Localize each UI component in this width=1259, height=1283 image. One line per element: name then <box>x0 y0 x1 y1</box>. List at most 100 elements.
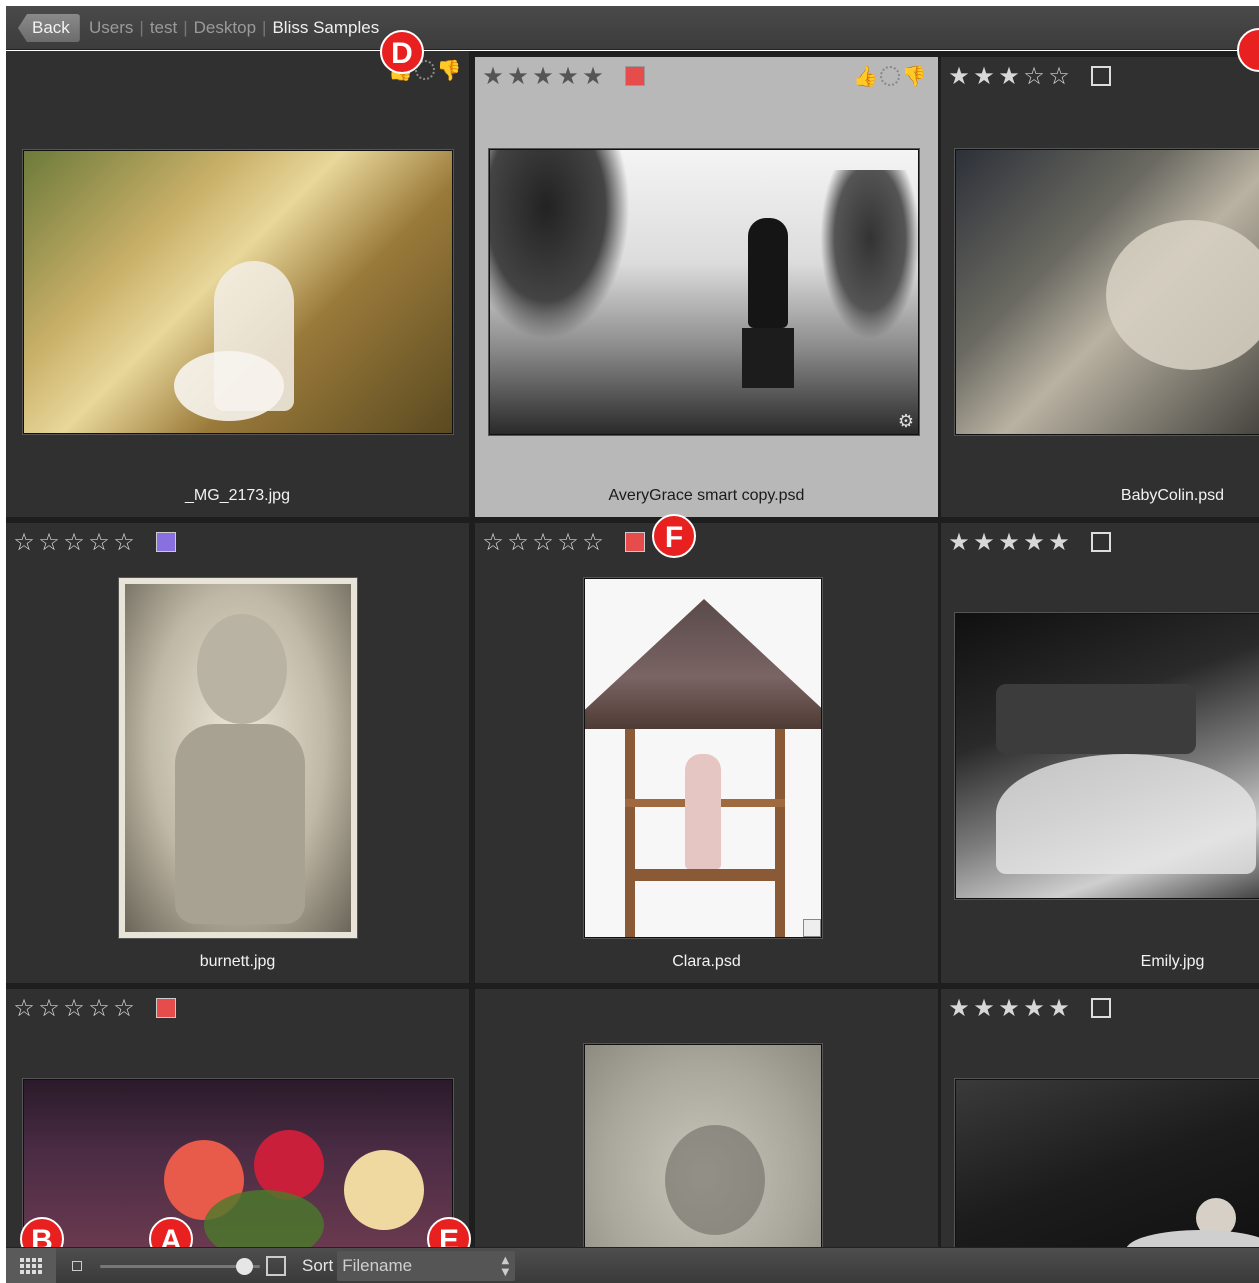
star-empty-icon[interactable]: ☆ <box>12 530 36 554</box>
thumbnail-cell[interactable]: ★ ★ ★ ★ ★ Emily.jpg <box>941 523 1259 983</box>
star-empty-icon[interactable]: ☆ <box>1047 64 1071 88</box>
small-thumbnail-icon[interactable] <box>72 1261 82 1271</box>
star-empty-icon[interactable]: ☆ <box>12 996 36 1020</box>
thumbnail-cell[interactable]: ☆ ☆ ☆ ☆ ☆ Clara.psd <box>475 523 938 983</box>
star-rating[interactable]: ★ ★ ★ ★ ★ <box>481 64 605 88</box>
color-label[interactable] <box>1091 998 1111 1018</box>
star-filled-icon[interactable]: ★ <box>531 64 555 88</box>
thumbnail-cell[interactable]: ☆ ☆ ☆ ☆ ☆ <box>6 989 469 1247</box>
color-label[interactable] <box>1091 532 1111 552</box>
star-filled-icon[interactable]: ★ <box>972 996 996 1020</box>
star-rating[interactable]: ★ ★ ★ ★ ★ <box>947 996 1071 1020</box>
thumbnail-size-slider[interactable] <box>100 1257 260 1275</box>
bottom-toolbar: Sort Filename ▲ ▼ <box>6 1247 1259 1283</box>
thumbs-down-icon[interactable]: 👎 <box>902 65 927 87</box>
breadcrumb-bar: Back Users | test | Desktop | Bliss Samp… <box>6 6 1259 50</box>
star-filled-icon[interactable]: ★ <box>972 530 996 554</box>
star-filled-icon[interactable]: ★ <box>1047 530 1071 554</box>
photo-thumbnail[interactable] <box>23 150 453 434</box>
star-filled-icon[interactable]: ★ <box>506 64 530 88</box>
thumbnail-cell[interactable]: ★ ★ ★ ☆ ☆ BabyColin.psd <box>941 57 1259 517</box>
star-rating[interactable]: ☆ ☆ ☆ ☆ ☆ <box>12 996 136 1020</box>
photo-thumbnail[interactable] <box>119 578 357 938</box>
grid-view-button[interactable] <box>6 1248 56 1283</box>
breadcrumb-item-bliss-samples[interactable]: Bliss Samples <box>266 18 385 38</box>
back-button[interactable]: Back <box>18 14 80 42</box>
star-filled-icon[interactable]: ★ <box>1047 996 1071 1020</box>
rating-row: ★ ★ ★ ★ ★ <box>947 529 1111 555</box>
star-rating[interactable]: ☆ ☆ ☆ ☆ ☆ <box>12 530 136 554</box>
star-empty-icon[interactable]: ☆ <box>112 996 136 1020</box>
breadcrumb-item-test[interactable]: test <box>144 18 183 38</box>
thumbnail-grid: 👍 👎 _MG_2173.jpg ★★★★★ 👍 👎 ⚙ AveryGrace … <box>6 51 1259 1247</box>
star-rating[interactable]: ★ ★ ★ ★ ★ <box>947 530 1071 554</box>
star-empty-icon[interactable]: ☆ <box>112 530 136 554</box>
color-label[interactable] <box>625 66 645 86</box>
star-filled-icon[interactable]: ★ <box>581 64 605 88</box>
color-label[interactable] <box>156 998 176 1018</box>
sort-label: Sort <box>302 1256 334 1275</box>
star-empty-icon[interactable]: ☆ <box>37 530 61 554</box>
grid-icon <box>20 1258 42 1274</box>
star-empty-icon[interactable]: ☆ <box>87 996 111 1020</box>
photo-thumbnail[interactable] <box>955 1079 1259 1247</box>
thumbnail-cell[interactable] <box>475 989 938 1247</box>
star-empty-icon[interactable]: ☆ <box>556 530 580 554</box>
breadcrumb-item-users[interactable]: Users <box>83 18 139 38</box>
corner-badge <box>803 919 821 937</box>
gear-icon[interactable]: ⚙ <box>898 411 914 432</box>
star-filled-icon[interactable]: ★ <box>556 64 580 88</box>
thumbs-down-icon[interactable]: 👎 <box>437 59 462 81</box>
rating-row: ★ ★ ★ ☆ ☆ <box>947 63 1111 89</box>
star-filled-icon[interactable]: ★ <box>997 64 1021 88</box>
color-label[interactable] <box>156 532 176 552</box>
star-filled-icon[interactable]: ★ <box>481 64 505 88</box>
star-empty-icon[interactable]: ☆ <box>62 996 86 1020</box>
star-filled-icon[interactable]: ★ <box>1022 530 1046 554</box>
thumbnail-cell[interactable]: 👍 👎 _MG_2173.jpg <box>6 51 469 517</box>
color-label[interactable] <box>625 532 645 552</box>
rating-row: ★ ★ ★ ★ ★ <box>947 995 1111 1021</box>
star-filled-icon[interactable]: ★ <box>947 996 971 1020</box>
star-empty-icon[interactable]: ☆ <box>581 530 605 554</box>
vote-controls: 👍 👎 <box>853 65 927 87</box>
star-filled-icon[interactable]: ★ <box>947 64 971 88</box>
star-filled-icon[interactable]: ★ <box>1022 996 1046 1020</box>
callout-marker-d: D <box>380 30 424 74</box>
photo-thumbnail[interactable] <box>23 1079 453 1247</box>
star-rating[interactable]: ☆ ☆ ☆ ☆ ☆ <box>481 530 605 554</box>
large-thumbnail-icon[interactable] <box>266 1256 286 1276</box>
star-empty-icon[interactable]: ☆ <box>37 996 61 1020</box>
photo-thumbnail[interactable]: ⚙ <box>489 149 919 435</box>
star-filled-icon[interactable]: ★ <box>997 530 1021 554</box>
thumbnail-filename: AveryGrace smart copy.psd <box>608 487 805 504</box>
star-rating[interactable]: ★ ★ ★ ☆ ☆ <box>947 64 1071 88</box>
star-empty-icon[interactable]: ☆ <box>87 530 111 554</box>
up-down-arrows-icon: ▲ ▼ <box>501 1255 510 1278</box>
color-label[interactable] <box>1091 66 1111 86</box>
star-filled-icon[interactable]: ★ <box>997 996 1021 1020</box>
rating-row: ☆ ☆ ☆ ☆ ☆ <box>12 529 176 555</box>
star-filled-icon[interactable]: ★ <box>947 530 971 554</box>
star-empty-icon[interactable]: ☆ <box>506 530 530 554</box>
star-empty-icon[interactable]: ☆ <box>531 530 555 554</box>
star-empty-icon[interactable]: ☆ <box>481 530 505 554</box>
thumbnail-cell-selected[interactable]: ★ ★ ★ ★ ★ 👍 👎 ⚙ AveryGrace smart copy.psd <box>475 57 938 517</box>
photo-thumbnail[interactable] <box>955 149 1259 435</box>
thumbnail-filename: Clara.psd <box>672 953 741 970</box>
star-empty-icon[interactable]: ☆ <box>62 530 86 554</box>
thumbnail-cell[interactable]: ☆ ☆ ☆ ☆ ☆ burnett.jpg <box>6 523 469 983</box>
slider-knob[interactable] <box>236 1257 253 1275</box>
thumbs-up-icon[interactable]: 👍 <box>853 65 878 87</box>
photo-thumbnail[interactable] <box>955 613 1259 899</box>
photo-thumbnail[interactable] <box>584 578 822 938</box>
star-filled-icon[interactable]: ★ <box>972 64 996 88</box>
sort-select[interactable]: Filename ▲ ▼ <box>337 1251 516 1281</box>
breadcrumb-item-desktop[interactable]: Desktop <box>188 18 262 38</box>
thumbnail-cell[interactable]: ★ ★ ★ ★ ★ <box>941 989 1259 1247</box>
thumbnail-size-control <box>66 1248 296 1283</box>
thumbnail-filename: burnett.jpg <box>199 953 276 970</box>
photo-thumbnail[interactable] <box>584 1044 822 1247</box>
vote-neutral-icon[interactable] <box>879 66 900 86</box>
star-empty-icon[interactable]: ☆ <box>1022 64 1046 88</box>
